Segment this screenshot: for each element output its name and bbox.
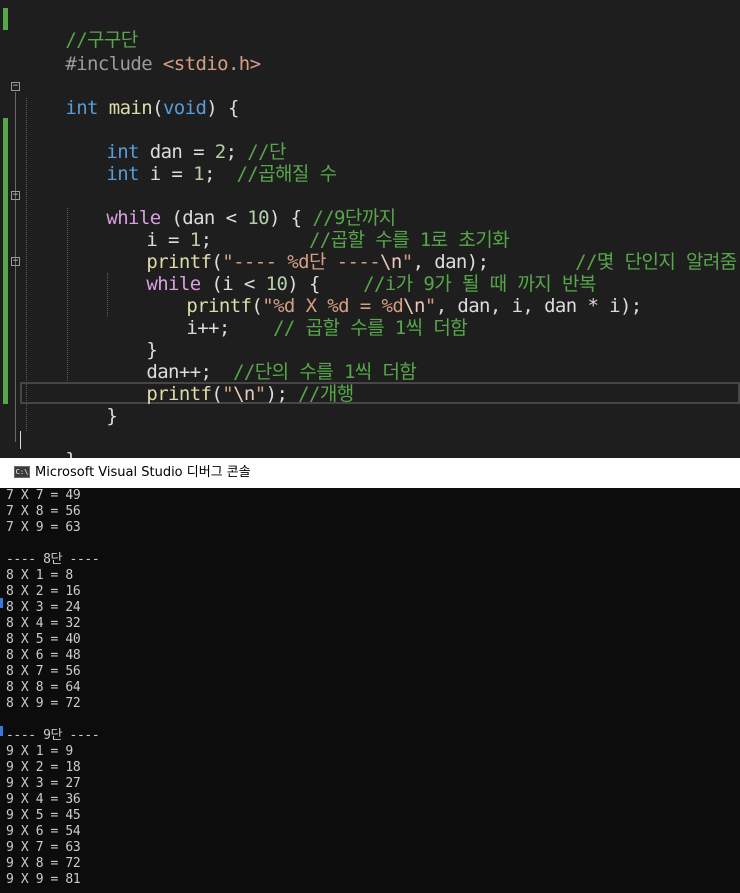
comment: //몇 단인지 알려줌 <box>575 251 737 273</box>
console-output-line: 9 X 6 = 54 <box>6 824 81 839</box>
number: 1 <box>193 163 204 185</box>
console-output-line: 8 X 7 = 56 <box>6 664 81 679</box>
string-literal: " <box>222 383 234 405</box>
code-line-1: //구구단 <box>22 7 138 51</box>
console-output-line: 8 X 6 = 48 <box>6 648 81 663</box>
code-editor[interactable]: − − − //구구단 #include <stdio.h> int main(… <box>0 0 740 458</box>
code-line-13: printf("%d X %d = %d\n", dan, i, dan * i… <box>22 273 642 317</box>
console-output-line: 7 X 7 = 49 <box>6 488 81 503</box>
comment: //개행 <box>298 383 354 405</box>
code-line-10: i = 1; //곱할 수를 1로 초기화 <box>22 207 509 251</box>
code-line-17: printf("\n"); //개행 <box>22 361 354 405</box>
code-line-18: } <box>22 383 117 427</box>
code-line-4: int main(void) { <box>22 75 239 119</box>
console-titlebar[interactable]: C:\ Microsoft Visual Studio 디버그 콘솔 <box>0 458 740 488</box>
comment: // 곱할 수를 1씩 더함 <box>273 317 468 339</box>
string-literal: " <box>254 383 266 405</box>
console-output-line: 8 X 9 = 72 <box>6 696 81 711</box>
console-output-line: ---- 9단 ---- <box>6 728 100 743</box>
code-text: i++; <box>186 317 274 339</box>
comment: //곱해질 수 <box>236 163 337 185</box>
function-name: main <box>108 97 153 119</box>
console-output-line: 9 X 7 = 63 <box>6 840 81 855</box>
code-line-16: dan++; //단의 수를 1씩 더함 <box>22 339 417 383</box>
code-line-9: while (dan < 10) { //9단까지 <box>22 185 396 229</box>
console-output-line: 9 X 5 = 45 <box>6 808 81 823</box>
code-line-15: } <box>22 317 157 361</box>
console-output-line: 8 X 4 = 32 <box>6 616 81 631</box>
scroll-edge-marker <box>0 598 3 608</box>
code-line-2: #include <stdio.h> <box>22 31 261 75</box>
console-output-line: 7 X 9 = 63 <box>6 520 81 535</box>
code-line-7: int i = 1; //곱해질 수 <box>22 141 337 185</box>
console-output-line: 9 X 2 = 18 <box>6 760 81 775</box>
fold-toggle-main[interactable]: − <box>11 82 20 91</box>
console-output-line: 9 X 8 = 72 <box>6 856 81 871</box>
keyword: int <box>65 97 98 119</box>
keyword: void <box>162 97 207 119</box>
fold-line <box>15 92 16 442</box>
code-line-12: while (i < 10) { //i가 9가 될 때 까지 반복 <box>22 251 596 295</box>
code-line-14: i++; // 곱할 수를 1씩 더함 <box>22 295 467 339</box>
code-line-11: printf("---- %d단 ----\n", dan); //몇 단인지 … <box>22 229 737 273</box>
code-text: ( <box>152 97 163 119</box>
function-name: printf <box>146 383 212 405</box>
console-output: 7 X 7 = 49 7 X 8 = 56 7 X 9 = 63 ---- 8단 --… <box>6 488 740 893</box>
console-output-line: 7 X 8 = 56 <box>6 504 81 519</box>
code-text: ); <box>265 383 299 405</box>
code-line-6: int dan = 2; //단 <box>22 119 286 163</box>
preprocessor-directive: #include <box>65 53 153 75</box>
console-output-line: 8 X 5 = 40 <box>6 632 81 647</box>
code-text: } <box>65 449 76 458</box>
console-output-line: 9 X 1 = 9 <box>6 744 73 759</box>
code-text: i = <box>138 163 194 185</box>
console-output-line: 8 X 8 = 64 <box>6 680 81 695</box>
console-output-line: 8 X 2 = 16 <box>6 584 81 599</box>
keyword: int <box>106 163 139 185</box>
change-marker <box>3 8 8 30</box>
console-output-line: 9 X 4 = 36 <box>6 792 81 807</box>
code-text: ( <box>211 383 223 405</box>
console-output-line: 9 X 3 = 27 <box>6 776 81 791</box>
console-output-line: 8 X 1 = 8 <box>6 568 73 583</box>
debug-console-window[interactable]: C:\ Microsoft Visual Studio 디버그 콘솔 7 X 7… <box>0 458 740 893</box>
console-output-line: ---- 8단 ---- <box>6 552 100 567</box>
fold-toggle-outer-while[interactable]: − <box>11 191 20 200</box>
code-line-20: } <box>22 427 76 458</box>
escape-sequence: \n <box>233 383 255 405</box>
fold-toggle-inner-while[interactable]: − <box>11 257 20 266</box>
scroll-edge-marker <box>0 726 3 736</box>
change-marker <box>3 118 8 404</box>
code-text: ; <box>203 163 237 185</box>
console-output-line: 9 X 9 = 81 <box>6 872 81 887</box>
console-title: Microsoft Visual Studio 디버그 콘솔 <box>35 465 251 480</box>
code-text: } <box>106 405 118 427</box>
code-text: ) { <box>206 97 239 119</box>
include-header: <stdio.h> <box>162 53 261 75</box>
console-output-line: 8 X 3 = 24 <box>6 600 81 615</box>
text-caret <box>20 431 21 449</box>
console-app-icon: C:\ <box>14 466 30 478</box>
